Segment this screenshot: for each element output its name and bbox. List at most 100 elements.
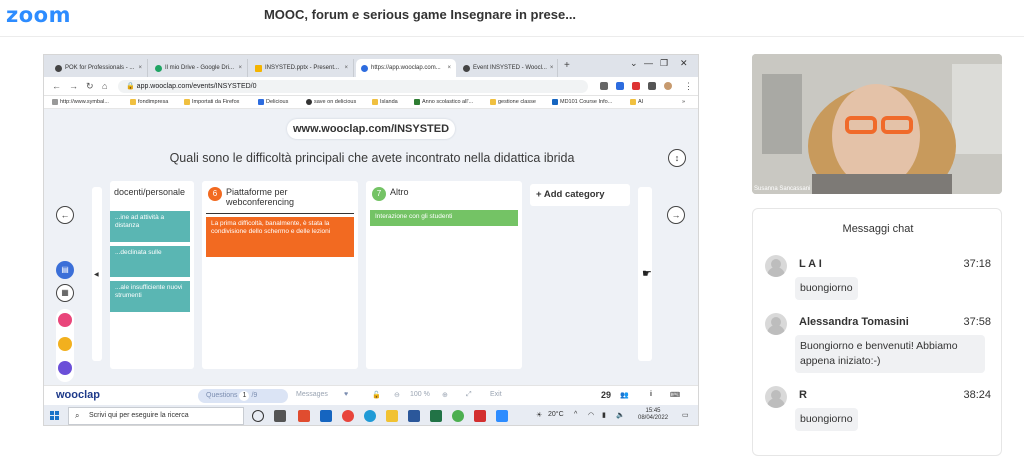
messages-button[interactable]: Messages (296, 391, 328, 398)
video-frame (752, 54, 1002, 194)
taskbar-search[interactable]: ⌕ Scrivi qui per eseguire la ricerca (68, 407, 244, 425)
browser-tab[interactable]: Il mio Drive - Google Dri... × (150, 59, 248, 77)
home-icon[interactable]: ⌂ (102, 81, 107, 91)
close-window-icon[interactable]: ✕ (680, 58, 688, 69)
heart-icon[interactable]: ♥ (344, 391, 348, 398)
edge-icon[interactable] (364, 410, 376, 422)
add-category-button[interactable]: + Add category (530, 184, 630, 206)
close-tab-icon[interactable]: × (138, 65, 142, 71)
forward-icon[interactable]: → (69, 81, 78, 91)
reload-icon[interactable]: ↻ (86, 81, 94, 92)
minimize-icon[interactable]: — (644, 58, 653, 68)
menu-dots-icon[interactable]: ⋮ (684, 81, 693, 92)
battery-icon[interactable]: ▮ (602, 411, 606, 419)
extension-icon[interactable] (600, 82, 608, 90)
close-tab-icon[interactable]: × (447, 65, 451, 71)
wifi-icon[interactable]: ◠ (588, 411, 594, 419)
back-icon[interactable]: ← (52, 81, 61, 91)
maximize-icon[interactable]: ❐ (660, 58, 668, 69)
exit-button[interactable]: Exit (490, 391, 502, 398)
check-purple-icon[interactable] (58, 361, 72, 375)
browser-tab[interactable]: Event INSYSTED - Woocl... × (458, 59, 558, 77)
check-pink-icon[interactable] (58, 313, 72, 327)
bookmark-label: Islanda (380, 99, 398, 105)
collapsed-column[interactable]: ◀ (92, 187, 102, 361)
bookmark-item[interactable]: save on delicious (306, 99, 356, 105)
response-card[interactable]: ...ale insufficiente nuovi strumenti (110, 281, 190, 312)
board-view-icon[interactable]: ▤ (56, 261, 74, 279)
questions-navigator[interactable]: Questions 1 /9 (198, 389, 288, 403)
bookmark-item[interactable]: MD101 Course Info... (552, 99, 612, 105)
check-yellow-icon[interactable] (58, 337, 72, 351)
mouse-cursor-icon: ☛ (642, 268, 652, 280)
header-divider (0, 36, 1024, 37)
close-tab-icon[interactable]: × (344, 65, 348, 71)
bookmark-item[interactable]: Importati da Firefox (184, 99, 239, 105)
extension-icon[interactable] (632, 82, 640, 90)
collapse-arrow-icon[interactable]: ◀ (94, 271, 99, 278)
new-tab-button[interactable]: + (564, 60, 570, 71)
close-tab-icon[interactable]: × (550, 65, 554, 71)
keyboard-icon[interactable]: ⌨ (670, 391, 680, 399)
windows-start-icon[interactable] (50, 411, 59, 420)
response-card[interactable]: La prima difficoltà, banalmente, è stata… (206, 217, 354, 257)
response-card[interactable]: Interazione con gli studenti (370, 210, 518, 226)
bookmark-item[interactable]: gestione classe (490, 99, 536, 105)
office-icon[interactable] (298, 410, 310, 422)
bookmark-label: http://www.symbal... (60, 99, 109, 105)
bookmark-item[interactable]: http://www.symbal... (52, 99, 109, 105)
zoom-app-icon[interactable] (496, 410, 508, 422)
acrobat-icon[interactable] (474, 410, 486, 422)
browser-tab[interactable]: POK for Professionals - ... × (50, 59, 148, 77)
outlook-icon[interactable] (320, 410, 332, 422)
bookmark-item[interactable]: fondimpresa (130, 99, 168, 105)
info-icon[interactable]: i (650, 391, 652, 398)
excel-icon[interactable] (430, 410, 442, 422)
zoom-in-icon[interactable]: ⊕ (442, 391, 448, 399)
category-column: 6 Piattaforme per webconferencing La pri… (202, 181, 358, 369)
windows-taskbar: ⌕ Scrivi qui per eseguire la ricerca ☀ 2… (44, 405, 698, 425)
grid-view-icon[interactable]: ▦ (56, 284, 74, 302)
url-field[interactable]: 🔒 app.wooclap.com/events/INSYSTED/0 (118, 80, 588, 93)
color-picker (56, 309, 74, 382)
weather-icon: ☀ (536, 412, 543, 419)
bookmarks-overflow[interactable]: » (682, 99, 685, 105)
bookmark-item[interactable]: Anno scolastico all'... (414, 99, 473, 105)
response-card[interactable]: ...declinata sulle (110, 246, 190, 277)
sender-name: R (799, 389, 807, 401)
taskbar-clock[interactable]: 15:45 08/04/2022 (638, 408, 668, 422)
bookmark-label: Delicious (266, 99, 289, 105)
browser-tab[interactable]: INSYSTED.pptx - Present... × (250, 59, 354, 77)
close-tab-icon[interactable]: × (238, 65, 242, 71)
file-explorer-icon[interactable] (386, 410, 398, 422)
bookmark-label: MD101 Course Info... (560, 99, 613, 105)
bookmark-item[interactable]: Islanda (372, 99, 398, 105)
task-view-icon[interactable] (274, 410, 286, 422)
slides-icon (255, 64, 262, 72)
word-icon[interactable] (408, 410, 420, 422)
volume-icon[interactable]: 🔈 (616, 411, 625, 419)
browser-tab-active[interactable]: https://app.wooclap.com... × (356, 59, 456, 77)
chrome-icon[interactable] (452, 410, 464, 422)
bookmark-label: fondimpresa (138, 99, 169, 105)
participant-count: 29 (601, 390, 612, 400)
profile-avatar[interactable] (664, 82, 672, 90)
notifications-icon[interactable]: ▭ (682, 411, 689, 419)
response-card[interactable]: ...ine ad attività a distanza (110, 211, 190, 242)
tab-search-icon[interactable]: ⌄ (630, 58, 638, 69)
previous-arrow-icon[interactable]: ← (56, 206, 74, 224)
next-arrow-icon[interactable]: → (667, 206, 685, 224)
cortana-icon[interactable] (252, 410, 264, 422)
zoom-out-icon[interactable]: ⊖ (394, 391, 400, 399)
puzzle-icon[interactable] (648, 82, 656, 90)
lock-icon[interactable]: 🔓 (372, 391, 381, 399)
sort-icon[interactable]: ↕ (668, 149, 686, 167)
chrome-icon[interactable] (342, 410, 354, 422)
bookmark-item[interactable]: AI (630, 99, 643, 105)
extension-icon[interactable] (616, 82, 624, 90)
bookmark-label: Anno scolastico all'... (422, 99, 474, 105)
bookmark-item[interactable]: Delicious (258, 99, 288, 105)
fullscreen-icon[interactable]: ⤢ (466, 391, 472, 399)
url-text: app.wooclap.com/events/INSYSTED/0 (136, 83, 257, 90)
tray-chevron-icon[interactable]: ^ (574, 411, 577, 418)
